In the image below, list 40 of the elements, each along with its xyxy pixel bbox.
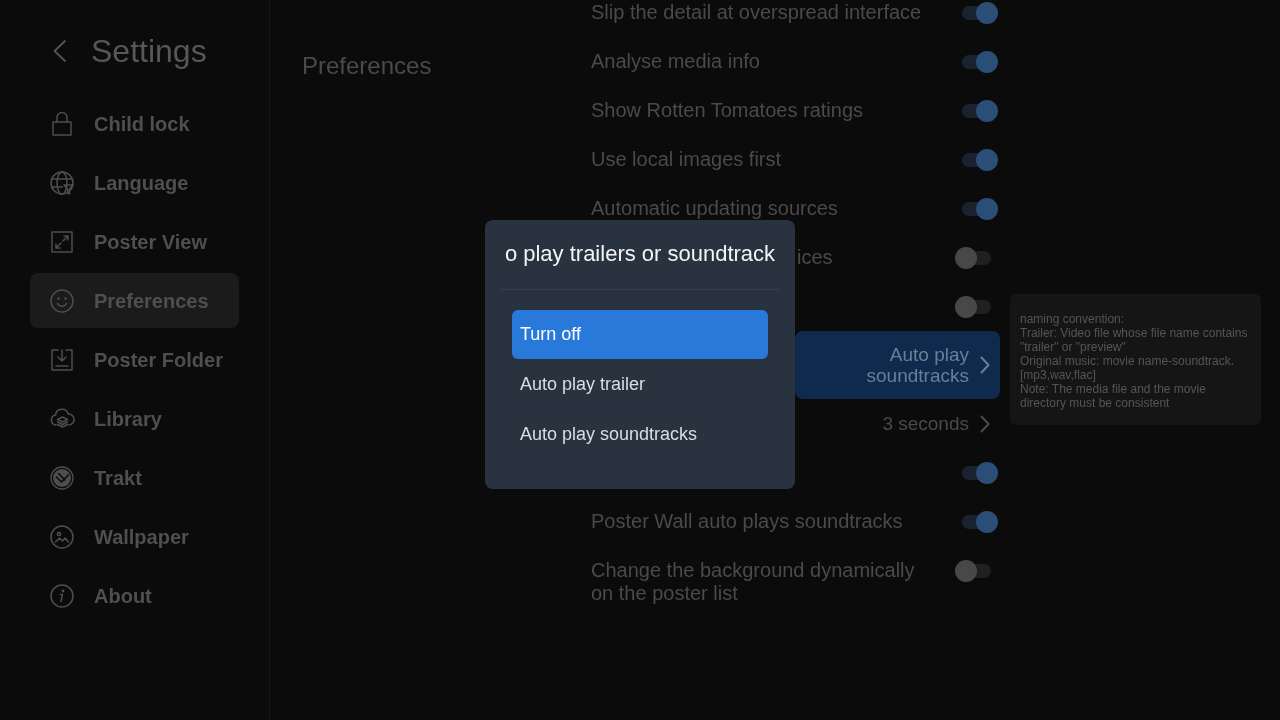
settings-row[interactable]: Poster Wall auto plays soundtracks bbox=[580, 497, 1000, 546]
settings-row[interactable]: Change the background dynamically on the poster list bbox=[580, 546, 1000, 618]
round-logo-icon bbox=[50, 465, 74, 490]
globe-icon bbox=[50, 170, 74, 195]
settings-row[interactable]: 3 seconds bbox=[795, 399, 1000, 448]
sidebar-item[interactable]: About bbox=[30, 568, 239, 623]
sidebar-item[interactable]: Poster Folder bbox=[30, 332, 239, 387]
settings-row[interactable]: Use local images first bbox=[580, 135, 1000, 184]
cloud-layers-icon bbox=[49, 407, 75, 430]
sidebar-item[interactable]: Poster View bbox=[30, 214, 239, 269]
chevron-right-icon bbox=[980, 414, 990, 433]
chevron-right-icon bbox=[980, 356, 990, 374]
lock-icon bbox=[52, 111, 72, 136]
dialog-option[interactable]: Auto play trailer bbox=[512, 360, 768, 409]
dialog-title: o play trailers or soundtrack bbox=[504, 240, 776, 268]
tooltip-text: Original music: movie name-soundtrack.[mp3,wav,flac] bbox=[1020, 354, 1236, 382]
picture-circle-icon bbox=[50, 524, 74, 549]
sidebar-title: Settings bbox=[91, 32, 207, 71]
sidebar-item[interactable]: Wallpaper bbox=[30, 509, 239, 564]
dialog-option[interactable]: Turn off bbox=[512, 310, 768, 359]
settings-row[interactable]: Show Rotten Tomatoes ratings bbox=[580, 86, 1000, 135]
sidebar-item[interactable]: Library bbox=[30, 391, 239, 446]
info-icon bbox=[50, 583, 74, 608]
page-heading: Preferences bbox=[302, 51, 433, 81]
tooltip-text: naming convention: bbox=[1020, 312, 1126, 326]
settings-row[interactable]: Analyse media info bbox=[580, 37, 1000, 86]
sidebar-item[interactable]: Language bbox=[30, 155, 239, 210]
sidebar-item[interactable]: Trakt bbox=[30, 450, 239, 505]
tray-download-icon bbox=[51, 348, 73, 371]
settings-row[interactable]: ices bbox=[795, 233, 1000, 282]
tooltip-text: Note: The media file and the movie directory must be consistent bbox=[1020, 382, 1207, 410]
dialog-option[interactable]: Auto play soundtracks bbox=[512, 410, 768, 459]
settings-row[interactable]: Automatic updating sources bbox=[580, 184, 1000, 220]
smiley-icon bbox=[50, 288, 74, 313]
expand-arrows-icon bbox=[51, 230, 73, 253]
chevron-left-icon[interactable] bbox=[53, 40, 66, 62]
tooltip-text: Trailer: Video file whose file name contains "trailer" or "preview" bbox=[1020, 326, 1249, 354]
settings-row[interactable]: Auto play soundtracks bbox=[795, 331, 1000, 399]
settings-row[interactable]: Slip the detail at overspread interface bbox=[580, 0, 1000, 37]
sidebar-item[interactable]: Child lock bbox=[30, 96, 239, 151]
